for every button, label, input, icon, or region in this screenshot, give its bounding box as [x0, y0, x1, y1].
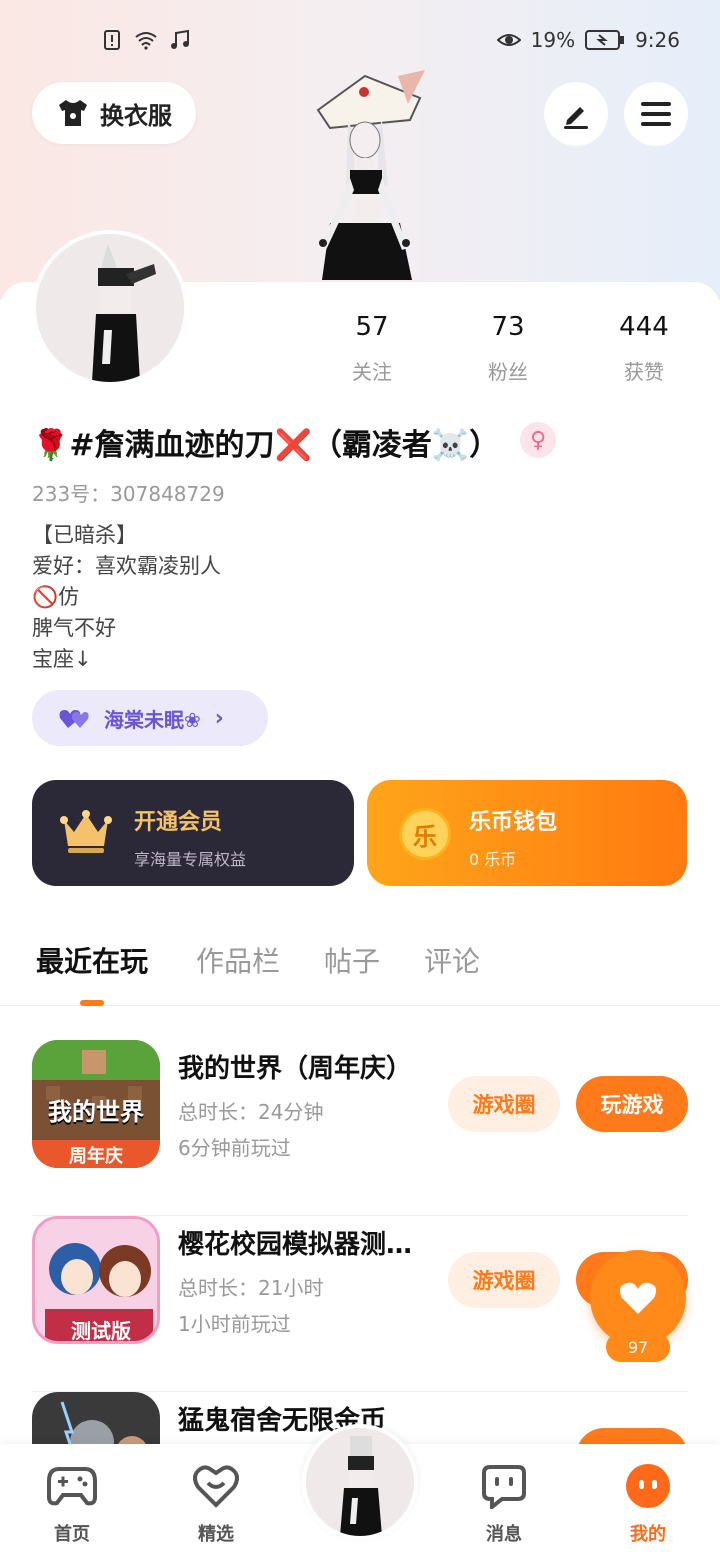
wallet-balance: 0 乐币	[469, 850, 517, 869]
game-last-played: 1小时前玩过	[178, 1312, 291, 1336]
chat-icon	[482, 1465, 526, 1509]
bio: 【已暗杀】 爱好：喜欢霸凌别人 🚫仿 脾气不好 宝座↓	[32, 520, 221, 675]
game-icon-tag: 测试版	[71, 1319, 131, 1343]
bio-line: 脾气不好	[32, 616, 116, 640]
vip-card[interactable]: 开通会员 享海量专属权益	[32, 780, 354, 886]
avatar-3d-figure[interactable]	[290, 68, 440, 280]
following-count: 57	[355, 312, 389, 342]
heart-box-icon	[193, 1465, 239, 1508]
nav-mine-label: 我的	[630, 1524, 666, 1545]
bio-line: 【已暗杀】	[32, 523, 137, 547]
change-outfit-label: 换衣服	[100, 101, 172, 130]
nav-home-label: 首页	[54, 1524, 90, 1545]
battery-percent: 19%	[530, 28, 576, 52]
game-icon-minecraft: 我的世界 周年庆	[32, 1040, 160, 1168]
bio-line: 宝座↓	[32, 647, 92, 671]
game-icon-sakura-school: 测试版	[32, 1216, 160, 1344]
edit-profile-button[interactable]	[544, 82, 608, 146]
bio-line: 爱好：喜欢霸凌别人	[32, 554, 221, 578]
shirt-icon	[59, 100, 87, 126]
nav-featured[interactable]: 精选	[176, 1460, 256, 1546]
game-circle-button[interactable]: 游戏圈	[448, 1076, 560, 1132]
nav-featured-label: 精选	[198, 1524, 234, 1545]
profile-face-icon	[626, 1464, 670, 1508]
play-game-button[interactable]: 玩游戏	[576, 1076, 688, 1132]
female-gender-icon: ♀	[520, 422, 556, 458]
alert-icon	[104, 30, 120, 50]
active-tab-indicator	[80, 1000, 104, 1006]
wifi-icon	[135, 32, 157, 50]
followers-count: 73	[491, 312, 525, 342]
game-circle-button[interactable]: 游戏圈	[448, 1252, 560, 1308]
gamepad-icon	[47, 1467, 97, 1506]
status-bar: 19% 9:26	[0, 22, 720, 62]
game-icon-title: 我的世界	[48, 1098, 144, 1126]
wallet-card[interactable]: 乐 乐币钱包 0 乐币	[367, 780, 687, 886]
game-icon-tag: 周年庆	[69, 1146, 123, 1167]
likes-count: 444	[619, 312, 669, 342]
following-label: 关注	[352, 360, 392, 384]
battery-icon	[585, 30, 625, 50]
bio-line: 🚫仿	[32, 585, 80, 609]
crown-icon	[60, 810, 112, 853]
nav-avatar-image	[306, 1428, 414, 1536]
game-duration: 总时长：24分钟	[178, 1100, 324, 1124]
nav-home[interactable]: 首页	[32, 1460, 112, 1546]
change-outfit-button[interactable]: 换衣服	[32, 82, 196, 144]
nav-mine[interactable]: 我的	[608, 1460, 688, 1546]
tab-posts[interactable]: 帖子	[324, 940, 380, 980]
game-row[interactable]: 我的世界 周年庆 我的世界（周年庆） 总时长：24分钟 6分钟前玩过 游戏圈 玩…	[32, 1040, 688, 1216]
like-count-badge: 97	[606, 1332, 670, 1362]
nav-messages-label: 消息	[486, 1524, 522, 1545]
vip-subtitle: 享海量专属权益	[134, 850, 247, 869]
stat-followers[interactable]: 73 粉丝	[448, 312, 568, 385]
club-pill[interactable]: 海棠未眠❀ ›	[32, 690, 268, 746]
coin-icon: 乐	[399, 808, 451, 860]
chevron-right-icon: ›	[214, 705, 224, 731]
profile-tabs: 最近在玩 作品栏 帖子 评论	[0, 940, 720, 1006]
stat-following[interactable]: 57 关注	[312, 312, 432, 385]
pen-icon	[564, 107, 588, 129]
club-name: 海棠未眠❀	[104, 707, 201, 732]
tab-recent-played[interactable]: 最近在玩	[36, 940, 148, 980]
tab-comments[interactable]: 评论	[424, 940, 480, 980]
nickname: 🌹#詹满血迹的刀❌（霸凌者☠️）	[32, 428, 500, 463]
user-id[interactable]: 233号：307848729	[32, 478, 225, 507]
wallet-title: 乐币钱包	[469, 810, 558, 835]
tab-works[interactable]: 作品栏	[196, 940, 280, 980]
game-name: 樱花校园模拟器测…	[178, 1230, 413, 1260]
heart-pair-icon	[59, 710, 89, 728]
nav-messages[interactable]: 消息	[464, 1460, 544, 1546]
vip-title: 开通会员	[134, 810, 223, 835]
followers-label: 粉丝	[488, 360, 528, 384]
eye-icon	[496, 34, 521, 46]
hamburger-icon	[641, 102, 671, 126]
game-duration: 总时长：21小时	[178, 1276, 324, 1300]
heart-icon	[619, 1282, 657, 1314]
game-last-played: 6分钟前玩过	[178, 1136, 291, 1160]
music-icon	[171, 29, 189, 49]
profile-avatar[interactable]	[32, 230, 188, 386]
menu-button[interactable]	[624, 82, 688, 146]
game-name: 猛鬼宿舍无限金币	[178, 1406, 387, 1436]
avatar-image	[36, 234, 184, 382]
likes-label: 获赞	[624, 360, 664, 384]
coin-label: 乐	[413, 822, 437, 851]
nav-avatar-button[interactable]	[302, 1424, 418, 1540]
stat-likes[interactable]: 444 获赞	[584, 312, 704, 385]
clock: 9:26	[635, 28, 680, 52]
game-name: 我的世界（周年庆）	[178, 1054, 413, 1084]
